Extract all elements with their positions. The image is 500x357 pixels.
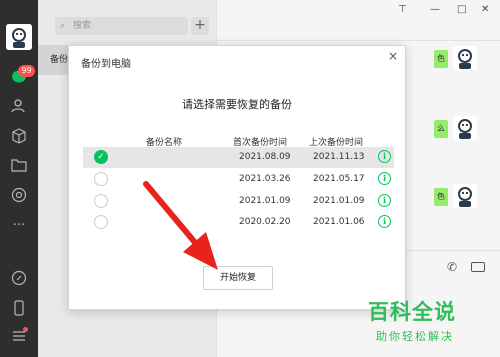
watermark-subtitle: 助你轻松解决 <box>376 330 454 343</box>
search-input[interactable]: ⌕ 搜索 <box>55 17 188 35</box>
backup-dialog: 备份到电脑 × 请选择需要恢复的备份 备份名称 首次备份时间 上次备份时间 ✓ … <box>68 45 406 310</box>
close-icon[interactable]: ✕ <box>481 4 489 15</box>
video-call-icon[interactable] <box>471 262 485 272</box>
search-placeholder: 搜索 <box>73 21 92 31</box>
radio-button[interactable] <box>94 215 108 229</box>
folder-icon[interactable] <box>11 157 27 173</box>
avatar[interactable] <box>453 184 477 208</box>
phone-icon[interactable] <box>11 300 27 316</box>
radio-button[interactable] <box>94 194 108 208</box>
first-backup-time: 2021.08.09 <box>239 152 291 162</box>
check-icon[interactable]: ✓ <box>94 150 108 164</box>
message-bubble: 色 <box>434 188 448 206</box>
radio-button[interactable] <box>94 172 108 186</box>
more-icon[interactable]: ··· <box>11 218 27 234</box>
backup-row[interactable]: 2021.03.26 2021.05.17 i <box>83 169 394 190</box>
pin-icon[interactable]: ⊤ <box>398 4 407 15</box>
unread-badge: 99 <box>18 65 35 77</box>
user-avatar[interactable] <box>6 24 32 50</box>
search-icon: ⌕ <box>60 21 66 31</box>
last-backup-time: 2021.01.06 <box>313 217 365 227</box>
dialog-close-button[interactable]: × <box>388 49 398 63</box>
dialog-heading: 请选择需要恢复的备份 <box>182 98 292 111</box>
miniprogram-icon[interactable] <box>11 270 27 286</box>
backup-row[interactable]: 2020.02.20 2021.01.06 i <box>83 212 394 233</box>
first-backup-time: 2020.02.20 <box>239 217 291 227</box>
add-button[interactable]: + <box>191 17 209 35</box>
contacts-icon[interactable] <box>11 98 27 114</box>
nav-rail: 99 ··· <box>0 0 38 357</box>
maximize-icon[interactable]: □ <box>457 4 466 15</box>
voice-call-icon[interactable]: ✆ <box>447 260 457 274</box>
first-backup-time: 2021.01.09 <box>239 196 291 206</box>
watermark-logo: 百科全说 助你轻松解决 <box>368 296 498 344</box>
last-backup-time: 2021.11.13 <box>313 152 365 162</box>
start-restore-button[interactable]: 开始恢复 <box>203 266 273 290</box>
info-icon[interactable]: i <box>378 172 391 185</box>
last-backup-time: 2021.01.09 <box>313 196 365 206</box>
moments-icon[interactable] <box>11 187 27 203</box>
header-divider <box>217 40 500 41</box>
info-icon[interactable]: i <box>378 215 391 228</box>
minimize-icon[interactable]: — <box>430 4 440 15</box>
backup-row[interactable]: 2021.01.09 2021.01.09 i <box>83 191 394 212</box>
info-icon[interactable]: i <box>378 150 391 163</box>
message-bubble: 么 <box>434 120 448 138</box>
box-icon[interactable] <box>11 128 27 144</box>
watermark-title: 百科全说 <box>368 300 456 324</box>
message-bubble: 色 <box>434 50 448 68</box>
avatar[interactable] <box>453 46 477 70</box>
avatar[interactable] <box>453 116 477 140</box>
info-icon[interactable]: i <box>378 194 391 207</box>
first-backup-time: 2021.03.26 <box>239 174 291 184</box>
backup-row[interactable]: ✓ 2021.08.09 2021.11.13 i <box>83 147 394 168</box>
menu-notification-dot <box>23 327 28 332</box>
dialog-title: 备份到电脑 <box>81 59 131 70</box>
last-backup-time: 2021.05.17 <box>313 174 365 184</box>
